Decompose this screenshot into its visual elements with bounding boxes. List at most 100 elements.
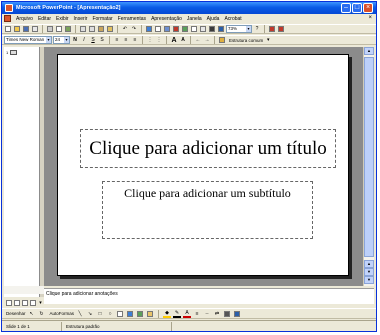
menu-inserir[interactable]: Inserir (74, 16, 88, 22)
shadow-button[interactable]: S (98, 36, 106, 44)
scroll-thumb[interactable] (364, 57, 374, 257)
outline-view-icon[interactable] (13, 299, 20, 307)
chevron-down-icon[interactable]: ▾ (64, 37, 69, 43)
shrink-font-button[interactable]: A (179, 36, 187, 44)
wordart-icon[interactable] (126, 310, 134, 318)
close-document-icon[interactable]: × (368, 15, 372, 21)
3d-style-icon[interactable] (233, 310, 241, 318)
title-placeholder[interactable]: Clique para adicionar um título (80, 129, 336, 168)
shadow-style-icon[interactable] (223, 310, 231, 318)
menu-janela[interactable]: Janela (187, 16, 202, 22)
menu-ajuda[interactable]: Ajuda (207, 16, 220, 22)
paste-icon[interactable] (97, 25, 105, 33)
document-icon[interactable] (4, 15, 11, 22)
copy-icon[interactable] (88, 25, 96, 33)
slide-design-icon[interactable] (218, 36, 226, 44)
email-icon[interactable] (31, 25, 39, 33)
menu-ferramentas[interactable]: Ferramentas (118, 16, 146, 22)
hyperlink-icon[interactable] (145, 25, 153, 33)
font-color-icon[interactable]: A (183, 310, 192, 318)
bold-button[interactable]: N (71, 36, 79, 44)
line-style-icon[interactable]: ≡ (193, 310, 201, 318)
arrow-style-icon[interactable]: ⇄ (213, 310, 221, 318)
font-combo[interactable]: Times New Roman ▾ (4, 36, 52, 44)
tables-borders-icon[interactable] (154, 25, 162, 33)
free-rotate-icon[interactable]: ↻ (38, 310, 46, 318)
slide-view-icon[interactable] (21, 299, 28, 307)
save-icon[interactable] (22, 25, 30, 33)
format-painter-icon[interactable] (106, 25, 114, 33)
menu-acrobat[interactable]: Acrobat (224, 16, 241, 22)
close-icon[interactable]: × (363, 3, 373, 13)
chevron-down-icon[interactable]: ▾ (264, 36, 272, 44)
grayscale-icon[interactable] (217, 25, 225, 33)
acrobat-email-icon[interactable] (277, 25, 285, 33)
print-icon[interactable] (46, 25, 54, 33)
outline-pane[interactable]: 1 (4, 47, 40, 297)
chevron-down-icon[interactable]: ▾ (246, 26, 251, 32)
bullets-icon[interactable]: ⋮ (155, 36, 163, 44)
new-icon[interactable] (4, 25, 12, 33)
menu-arquivo[interactable]: Arquivo (16, 16, 33, 22)
arrow-icon[interactable]: ↘ (86, 310, 94, 318)
help-icon[interactable]: ? (253, 25, 261, 33)
underline-button[interactable]: S (89, 36, 97, 44)
show-formatting-icon[interactable] (208, 25, 216, 33)
zoom-combo[interactable]: 73% ▾ (226, 25, 252, 33)
scroll-down-icon[interactable]: ▼ (364, 276, 374, 284)
insert-table-icon[interactable] (163, 25, 171, 33)
insert-clipart-icon[interactable] (181, 25, 189, 33)
numbering-icon[interactable]: ⋮ (146, 36, 154, 44)
menu-exibir[interactable]: Exibir (56, 16, 69, 22)
italic-button[interactable]: I (80, 36, 88, 44)
align-right-icon[interactable]: ≡ (131, 36, 139, 44)
promote-icon[interactable]: ← (194, 36, 202, 44)
select-objects-icon[interactable]: ↖ (28, 310, 36, 318)
vertical-scrollbar[interactable]: ▲ ▲ ▼ ▼ (363, 47, 374, 286)
insert-chart-icon[interactable] (172, 25, 180, 33)
line-icon[interactable]: ╲ (76, 310, 84, 318)
normal-view-icon[interactable] (5, 299, 12, 307)
rectangle-icon[interactable]: □ (96, 310, 104, 318)
slide-thumbnail-icon[interactable] (10, 50, 17, 55)
open-icon[interactable] (13, 25, 21, 33)
slide[interactable]: Clique para adicionar um título Clique p… (57, 54, 349, 276)
picture-icon[interactable] (146, 310, 154, 318)
notes-placeholder[interactable]: Clique para adicionar anotações (46, 291, 118, 297)
notes-pane[interactable]: Clique para adicionar anotações (44, 288, 374, 304)
new-slide-icon[interactable] (190, 25, 198, 33)
maximize-icon[interactable]: □ (352, 3, 362, 13)
undo-icon[interactable]: ↶ (121, 25, 129, 33)
acrobat-pdf-icon[interactable] (268, 25, 276, 33)
subtitle-placeholder[interactable]: Clique para adicionar um subtítulo (102, 181, 313, 239)
chevron-down-icon[interactable]: ▾ (46, 37, 51, 43)
autoshapes-menu[interactable]: AutoFormas (50, 311, 75, 316)
powerpoint-app-icon[interactable] (5, 4, 13, 12)
menu-editar[interactable]: Editar (38, 16, 51, 22)
menu-apresentacao[interactable]: Apresentação (151, 16, 182, 22)
slideshow-icon[interactable]: ▾ (37, 299, 44, 307)
spelling-icon[interactable] (64, 25, 72, 33)
next-slide-icon[interactable]: ▼ (364, 268, 374, 276)
font-size-combo[interactable]: 24 ▾ (53, 36, 70, 44)
textbox-icon[interactable] (116, 310, 124, 318)
cut-icon[interactable] (79, 25, 87, 33)
previous-slide-icon[interactable]: ▲ (364, 260, 374, 268)
align-left-icon[interactable]: ≡ (113, 36, 121, 44)
demote-icon[interactable]: → (203, 36, 211, 44)
title-bar[interactable]: Microsoft PowerPoint - [Apresentação2] –… (2, 2, 376, 14)
redo-icon[interactable]: ↷ (130, 25, 138, 33)
clipart-icon[interactable] (136, 310, 144, 318)
line-color-icon[interactable]: ✎ (173, 310, 182, 318)
menu-formatar[interactable]: Formatar (92, 16, 112, 22)
grow-font-button[interactable]: A (170, 36, 178, 44)
oval-icon[interactable]: ○ (106, 310, 114, 318)
outline-horizontal-scrollbar[interactable] (4, 286, 44, 294)
slide-design-label[interactable]: Estrutura comum (229, 38, 263, 43)
minimize-icon[interactable]: – (341, 3, 351, 13)
expand-all-icon[interactable] (199, 25, 207, 33)
slide-sorter-icon[interactable] (29, 299, 36, 307)
fill-color-icon[interactable]: ◆ (163, 310, 172, 318)
dash-style-icon[interactable]: ┄ (203, 310, 211, 318)
scroll-up-icon[interactable]: ▲ (364, 47, 374, 55)
